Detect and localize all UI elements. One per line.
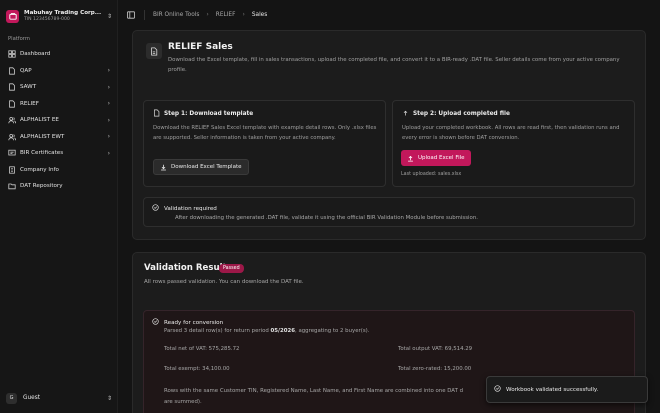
breadcrumb-parent[interactable]: RELIEF: [216, 12, 236, 18]
total-zero-rated: Total zero-rated: 15,200.00: [398, 366, 472, 372]
button-label: Download Excel Template: [171, 164, 242, 170]
sidebar-item-company-info[interactable]: Company Info: [4, 162, 114, 179]
file-icon: [7, 66, 16, 75]
notice-title: Validation required: [164, 205, 217, 212]
document-icon: [146, 43, 162, 59]
sidebar-item-dat-repository[interactable]: DAT Repository: [4, 178, 114, 195]
org-switcher[interactable]: Mabuhay Trading Corp... TIN 123456789-00…: [6, 6, 112, 26]
sidebar-nav: Dashboard QAP › SAWT › RELIEF › ALPHALIS…: [4, 46, 114, 195]
sidebar-item-alphalist-ee[interactable]: ALPHALIST EE ›: [4, 112, 114, 129]
chevrons-up-down-icon: ⇕: [106, 394, 112, 402]
download-template-button[interactable]: Download Excel Template: [153, 159, 249, 175]
folder-icon: [7, 182, 16, 191]
breadcrumb: BIR Online Tools › RELIEF › Sales: [153, 11, 267, 18]
sidebar-item-label: Company Info: [20, 166, 59, 173]
org-name: Mabuhay Trading Corp...: [24, 10, 102, 16]
download-icon: [160, 164, 167, 171]
total-exempt: Total exempt: 34,100.00: [164, 366, 230, 372]
check-circle-icon: [152, 318, 159, 327]
check-circle-icon: [152, 204, 159, 213]
sidebar-item-alphalist-ewt[interactable]: ALPHALIST EWT ›: [4, 129, 114, 146]
certificate-icon: [7, 149, 16, 158]
page-description: Download the Excel template, fill in sal…: [168, 57, 620, 73]
result-title: Ready for conversion: [164, 319, 224, 326]
sidebar-item-label: ALPHALIST EE: [20, 117, 59, 124]
sidebar-item-sawt[interactable]: SAWT ›: [4, 79, 114, 96]
chevron-right-icon: ›: [242, 11, 245, 18]
toast-notification: Workbook validated successfully.: [486, 376, 648, 403]
validation-description: All rows passed validation. You can down…: [144, 279, 304, 285]
file-icon: [7, 99, 16, 108]
button-label: Upload Excel File: [418, 155, 465, 161]
sidebar-item-bir-certificates[interactable]: BIR Certificates ›: [4, 145, 114, 162]
check-circle-icon: [494, 385, 501, 394]
toast-message: Workbook validated successfully.: [506, 386, 599, 393]
org-tin: TIN 123456789-000: [24, 17, 70, 22]
avatar: G: [6, 392, 17, 404]
step-description: Upload your completed workbook. All rows…: [402, 125, 620, 141]
sidebar-item-label: SAWT: [20, 84, 37, 91]
chevron-right-icon: ›: [107, 83, 110, 91]
sidebar-item-label: RELIEF: [20, 100, 39, 107]
chevron-right-icon: ›: [107, 133, 110, 141]
divider: [144, 9, 145, 20]
total-net-of-vat: Total net of VAT: 575,285.72: [164, 346, 240, 352]
sidebar-item-relief[interactable]: RELIEF ›: [4, 96, 114, 113]
chevrons-up-down-icon: ⇕: [106, 12, 112, 20]
upload-excel-button[interactable]: Upload Excel File: [401, 150, 471, 166]
chevron-right-icon: ›: [107, 116, 110, 124]
sidebar-item-qap[interactable]: QAP ›: [4, 63, 114, 80]
status-badge: Passed: [219, 264, 244, 273]
sidebar-item-label: DAT Repository: [20, 183, 63, 190]
header: BIR Online Tools › RELIEF › Sales: [118, 0, 660, 29]
upload-icon: [402, 109, 409, 119]
return-period: 05/2026: [270, 328, 296, 334]
page-title: RELIEF Sales: [168, 42, 233, 52]
chevron-right-icon: ›: [206, 11, 209, 18]
chevron-right-icon: ›: [107, 149, 110, 157]
sidebar-item-label: ALPHALIST EWT: [20, 133, 65, 140]
total-output-vat: Total output VAT: 69,514.29: [398, 346, 473, 352]
relief-sales-card: RELIEF Sales Download the Excel template…: [132, 30, 646, 240]
result-summary: Parsed 3 detail row(s) for return period…: [164, 328, 370, 334]
breadcrumb-root[interactable]: BIR Online Tools: [153, 12, 199, 18]
step-title: Step 2: Upload completed file: [413, 111, 510, 117]
step-description: Download the RELIEF Sales Excel template…: [153, 125, 377, 141]
building-icon: [7, 165, 16, 174]
step-upload-file: Step 2: Upload completed file Upload you…: [392, 100, 635, 187]
grid-icon: [7, 50, 16, 59]
aggregation-note: Rows with the same Customer TIN, Registe…: [164, 388, 464, 405]
sidebar-item-label: Dashboard: [20, 51, 51, 58]
org-logo-icon: [6, 9, 19, 23]
sidebar-item-dashboard[interactable]: Dashboard: [4, 46, 114, 63]
sidebar-section-label: Platform: [8, 36, 30, 42]
last-uploaded-text: Last uploaded: sales.xlsx: [401, 172, 462, 177]
chevron-right-icon: ›: [107, 67, 110, 75]
notice-description: After downloading the generated .DAT fil…: [175, 215, 478, 221]
sidebar-item-label: BIR Certificates: [20, 150, 64, 157]
validation-required-notice: Validation required After downloading th…: [143, 197, 635, 227]
document-icon: [153, 109, 160, 119]
step-download-template: Step 1: Download template Download the R…: [143, 100, 386, 187]
user-name: Guest: [23, 395, 41, 401]
sidebar: Mabuhay Trading Corp... TIN 123456789-00…: [0, 0, 118, 413]
file-icon: [7, 83, 16, 92]
users-icon: [7, 116, 16, 125]
user-menu[interactable]: G Guest ⇕: [6, 390, 112, 406]
users-icon: [7, 132, 16, 141]
chevron-right-icon: ›: [107, 100, 110, 108]
breadcrumb-current: Sales: [251, 11, 268, 18]
step-title: Step 1: Download template: [164, 111, 254, 117]
upload-icon: [407, 155, 414, 162]
sidebar-item-label: QAP: [20, 67, 32, 74]
sidebar-toggle-icon[interactable]: [126, 10, 136, 20]
